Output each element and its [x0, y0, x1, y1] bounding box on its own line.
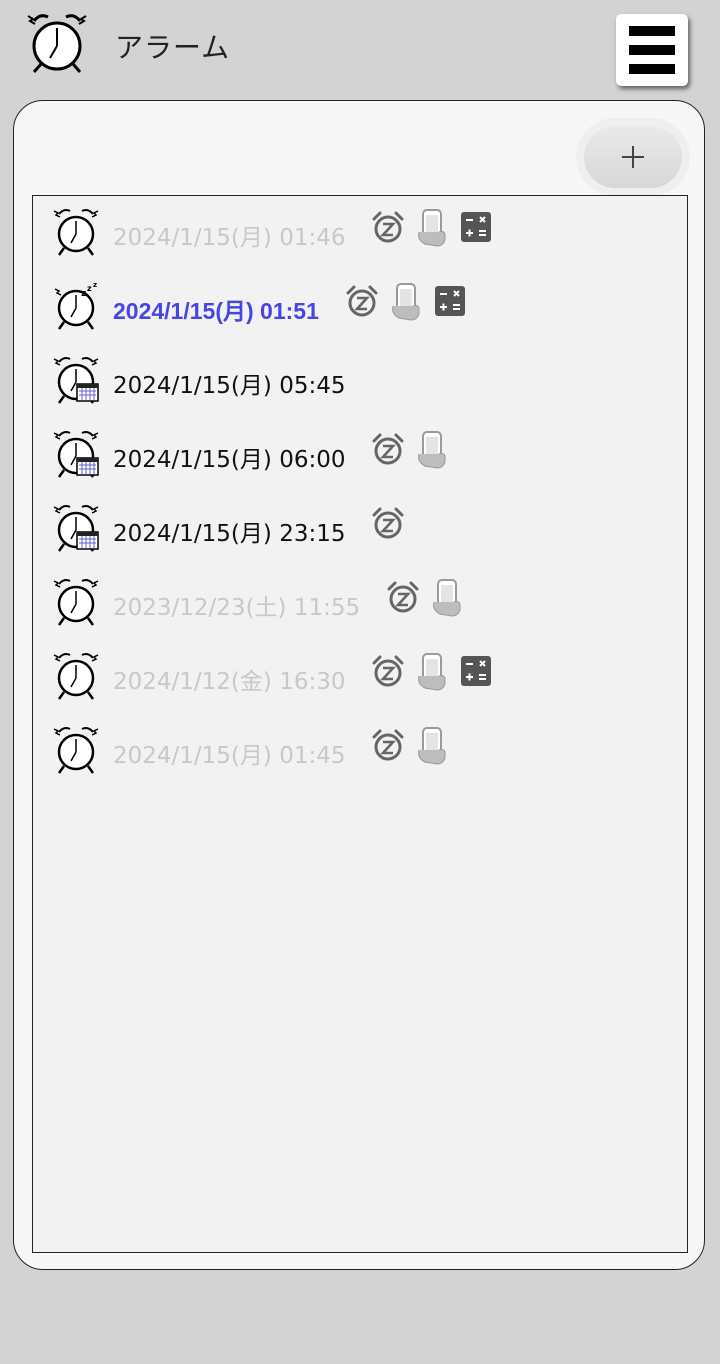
snooze-icon: [371, 728, 405, 762]
hamburger-menu-icon: [629, 26, 675, 36]
snooze-icon: [371, 506, 405, 540]
alarm-row[interactable]: 2024/1/15(月) 01:45: [33, 714, 687, 788]
alarm-clock-calendar-icon: [51, 430, 101, 480]
alarm-clock-icon: [51, 208, 101, 258]
hamburger-menu-icon-bar: [629, 64, 675, 74]
alarm-row[interactable]: 2023/12/23(土) 11:55: [33, 566, 687, 640]
phone-shake-icon: [415, 652, 449, 692]
snooze-icon: [371, 654, 405, 688]
calculator-icon: [433, 284, 467, 318]
snooze-icon: [345, 284, 379, 318]
alarm-row[interactable]: 2024/1/15(月) 05:45: [33, 344, 687, 418]
alarm-time: 2024/1/15(月) 06:00: [113, 447, 346, 473]
svg-text:z: z: [87, 284, 92, 293]
alarm-row[interactable]: z z z 2024/1/15(月) 01:51: [33, 270, 687, 344]
alarm-row[interactable]: 2024/1/15(月) 01:46: [33, 196, 687, 270]
alarm-clock-calendar-icon: [51, 356, 101, 406]
alarm-time: 2023/12/23(土) 11:55: [113, 595, 361, 621]
alarm-row[interactable]: 2024/1/15(月) 06:00: [33, 418, 687, 492]
alarm-clock-icon: [51, 652, 101, 702]
alarm-time: 2024/1/15(月) 23:15: [113, 521, 346, 547]
phone-shake-icon: [415, 208, 449, 248]
alarm-clock-calendar-icon: [51, 504, 101, 554]
svg-text:z: z: [81, 289, 86, 299]
hamburger-menu-icon-bar: [629, 45, 675, 55]
alarm-time: 2024/1/15(月) 01:45: [113, 743, 346, 769]
phone-shake-icon: [415, 726, 449, 766]
alarm-clock-icon: [51, 726, 101, 776]
alarm-time: 2024/1/15(月) 05:45: [113, 373, 346, 399]
snooze-icon: [371, 210, 405, 244]
app-header: アラーム: [0, 0, 720, 95]
alarm-list[interactable]: 2024/1/15(月) 01:46 z z z 2024/1/15(月) 01:51 2…: [32, 195, 688, 1253]
snooze-icon: [371, 432, 405, 466]
alarm-row[interactable]: 2024/1/15(月) 23:15: [33, 492, 687, 566]
calculator-icon: [459, 654, 493, 688]
alarm-time: 2024/1/12(金) 16:30: [113, 669, 346, 695]
alarm-time: 2024/1/15(月) 01:51: [113, 298, 319, 324]
phone-shake-icon: [415, 430, 449, 470]
alarm-clock-icon: [27, 14, 87, 73]
alarm-row[interactable]: 2024/1/12(金) 16:30: [33, 640, 687, 714]
plus-icon-stroke: [632, 146, 634, 168]
phone-shake-icon: [389, 282, 423, 322]
alarm-clock-sleeping-icon: zzz: [51, 281, 101, 332]
add-alarm-button[interactable]: [584, 126, 682, 188]
alarm-clock-icon: [51, 578, 101, 628]
alarm-time: 2024/1/15(月) 01:46: [113, 225, 346, 251]
svg-text:z: z: [93, 282, 97, 289]
calculator-icon: [459, 210, 493, 244]
snooze-icon: [386, 580, 420, 614]
phone-shake-icon: [430, 578, 464, 618]
menu-button[interactable]: [616, 14, 688, 86]
page-title: アラーム: [115, 31, 231, 64]
